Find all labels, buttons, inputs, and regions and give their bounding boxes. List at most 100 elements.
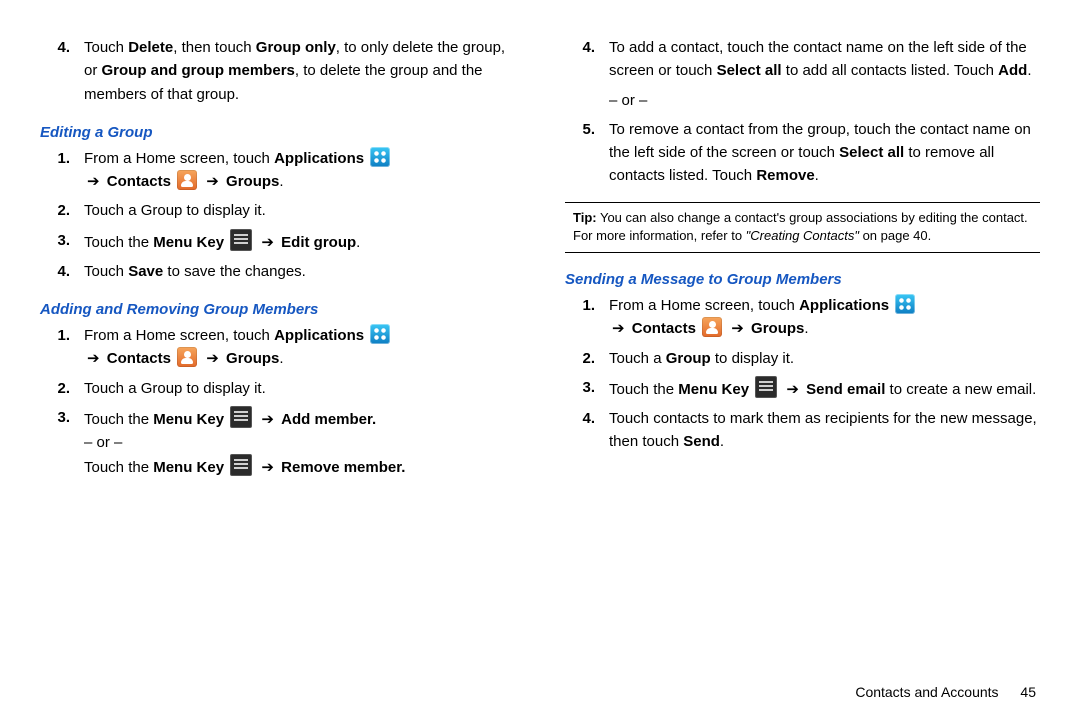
edit-group-label: Edit group	[281, 234, 356, 251]
page: 4. Touch Delete, then touch Group only, …	[0, 0, 1080, 720]
arrow-icon: ➔	[87, 173, 100, 190]
list-number: 2.	[40, 377, 84, 400]
text: , then touch	[173, 39, 256, 56]
list-item: 5. To remove a contact from the group, t…	[565, 118, 1040, 188]
list-number: 2.	[565, 347, 609, 370]
add-member-label: Add member.	[281, 411, 376, 428]
text: From a Home screen, touch	[84, 327, 274, 344]
arrow-icon: ➔	[731, 320, 744, 337]
heading-editing-group: Editing a Group	[40, 124, 515, 141]
list-number: 4.	[565, 36, 609, 83]
menu-key-label: Menu Key	[678, 381, 749, 398]
applications-icon	[370, 324, 390, 344]
applications-label: Applications	[799, 297, 889, 314]
send-email-label: Send email	[806, 381, 885, 398]
applications-icon	[370, 147, 390, 167]
footer-section-title: Contacts and Accounts	[855, 684, 998, 700]
list-body: Touch a Group to display it.	[84, 377, 515, 400]
arrow-icon: ➔	[206, 350, 219, 367]
list-item: 1. From a Home screen, touch Application…	[565, 294, 1040, 341]
remove-member-label: Remove member.	[281, 459, 405, 476]
groups-label: Groups	[751, 320, 804, 337]
tip-label: Tip:	[573, 210, 597, 225]
list-body: Touch a Group to display it.	[84, 199, 515, 222]
text: From a Home screen, touch	[609, 297, 799, 314]
list-body: To remove a contact from the group, touc…	[609, 118, 1040, 188]
select-all-label: Select all	[717, 62, 782, 79]
list-body: From a Home screen, touch Applications ➔…	[84, 147, 515, 194]
heading-sending-message: Sending a Message to Group Members	[565, 271, 1040, 288]
save-label: Save	[128, 263, 163, 280]
right-column: 4. To add a contact, touch the contact n…	[565, 30, 1040, 674]
text: Touch the	[609, 381, 678, 398]
text: on page 40.	[859, 228, 931, 243]
groups-label: Groups	[226, 350, 279, 367]
reference-link: "Creating Contacts"	[746, 228, 859, 243]
list-number: 3.	[40, 229, 84, 254]
menu-key-icon	[230, 229, 252, 251]
list-item: 1. From a Home screen, touch Application…	[40, 147, 515, 194]
contacts-label: Contacts	[107, 173, 171, 190]
list-number: 1.	[40, 147, 84, 194]
list-number: 4.	[40, 260, 84, 283]
list-body: Touch the Menu Key ➔ Send email to creat…	[609, 376, 1040, 401]
or-divider: – or –	[609, 89, 1040, 112]
text: .	[804, 320, 808, 337]
arrow-icon: ➔	[261, 459, 274, 476]
delete-label: Delete	[128, 39, 173, 56]
text: .	[815, 167, 819, 184]
list-item: 3. Touch the Menu Key ➔ Add member. – or…	[40, 406, 515, 480]
text: to display it.	[711, 350, 794, 367]
text: to create a new email.	[885, 381, 1036, 398]
list-body: Touch the Menu Key ➔ Add member. – or – …	[84, 406, 515, 480]
add-label: Add	[998, 62, 1027, 79]
text: Touch	[84, 39, 128, 56]
list-item: 4. To add a contact, touch the contact n…	[565, 36, 1040, 83]
heading-adding-removing: Adding and Removing Group Members	[40, 301, 515, 318]
select-all-label: Select all	[839, 144, 904, 161]
applications-icon	[895, 294, 915, 314]
menu-key-label: Menu Key	[153, 459, 224, 476]
text: Touch contacts to mark them as recipient…	[609, 410, 1037, 450]
group-only-label: Group only	[256, 39, 336, 56]
arrow-icon: ➔	[786, 381, 799, 398]
contacts-icon	[177, 170, 197, 190]
contacts-icon	[702, 317, 722, 337]
list-body: Touch the Menu Key ➔ Edit group.	[84, 229, 515, 254]
list-body: Touch Save to save the changes.	[84, 260, 515, 283]
text: to save the changes.	[163, 263, 306, 280]
tip-box: Tip: You can also change a contact's gro…	[565, 202, 1040, 254]
applications-label: Applications	[274, 327, 364, 344]
text: Touch the	[84, 234, 153, 251]
arrow-icon: ➔	[87, 350, 100, 367]
group-and-members-label: Group and group members	[102, 62, 295, 79]
list-number: 1.	[565, 294, 609, 341]
text: .	[720, 433, 724, 450]
list-item: 4. Touch Save to save the changes.	[40, 260, 515, 283]
list-number: 3.	[565, 376, 609, 401]
list-number: 5.	[565, 118, 609, 188]
menu-key-label: Menu Key	[153, 411, 224, 428]
arrow-icon: ➔	[261, 234, 274, 251]
list-item: 3. Touch the Menu Key ➔ Send email to cr…	[565, 376, 1040, 401]
text: .	[279, 173, 283, 190]
arrow-icon: ➔	[261, 411, 274, 428]
list-number: 4.	[40, 36, 84, 106]
list-item: 4. Touch Delete, then touch Group only, …	[40, 36, 515, 106]
list-number: 1.	[40, 324, 84, 371]
applications-label: Applications	[274, 150, 364, 167]
footer-page-number: 45	[1020, 684, 1036, 700]
menu-key-icon	[230, 454, 252, 476]
menu-key-icon	[230, 406, 252, 428]
text: to add all contacts listed. Touch	[782, 62, 999, 79]
list-body: From a Home screen, touch Applications ➔…	[609, 294, 1040, 341]
menu-key-icon	[755, 376, 777, 398]
arrow-icon: ➔	[206, 173, 219, 190]
left-column: 4. Touch Delete, then touch Group only, …	[40, 30, 515, 674]
text: Touch	[84, 263, 128, 280]
text: From a Home screen, touch	[84, 150, 274, 167]
list-item: 2. Touch a Group to display it.	[565, 347, 1040, 370]
list-item: 3. Touch the Menu Key ➔ Edit group.	[40, 229, 515, 254]
list-body: Touch Delete, then touch Group only, to …	[84, 36, 515, 106]
list-body: Touch a Group to display it.	[609, 347, 1040, 370]
